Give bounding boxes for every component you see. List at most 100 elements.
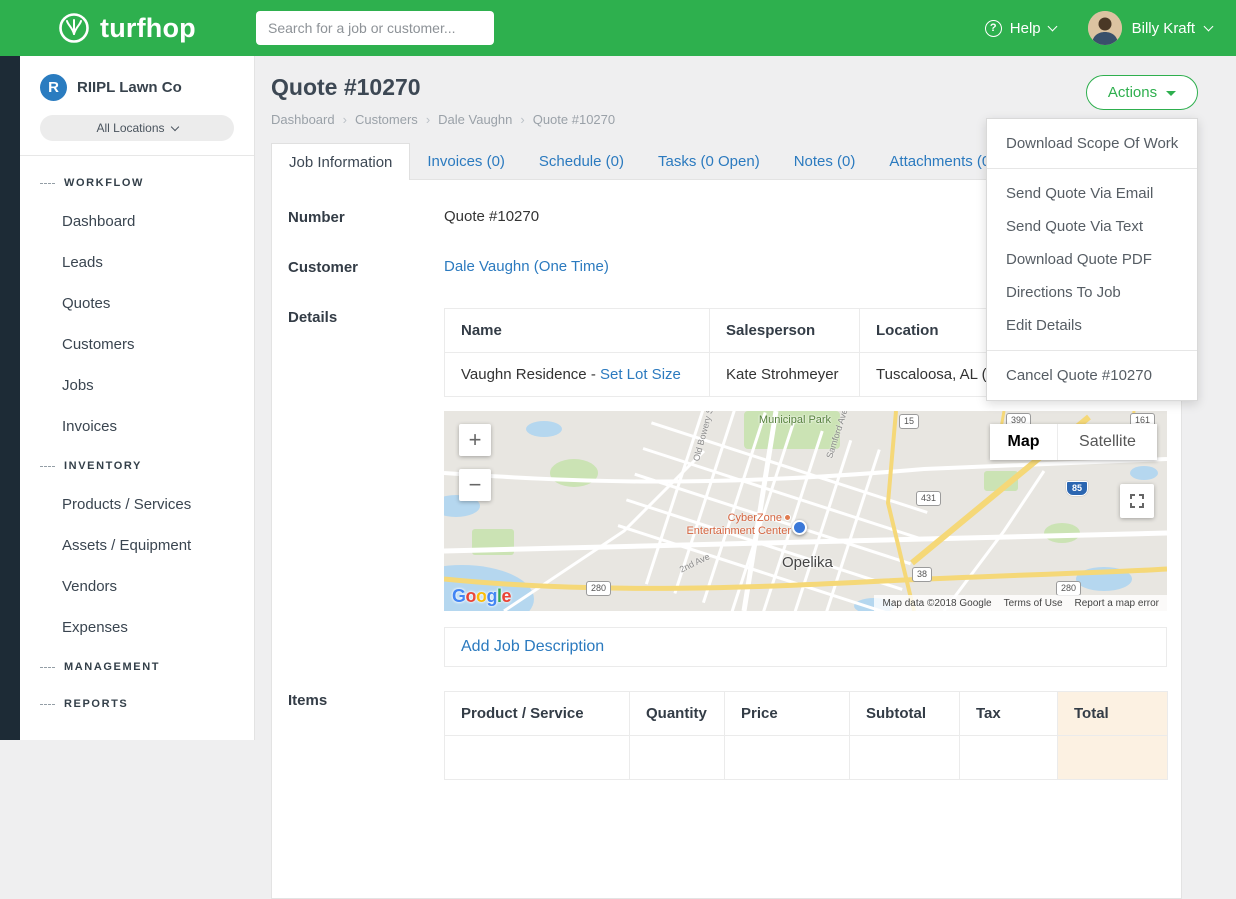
menu-item-download-scope-of-work[interactable]: Download Scope Of Work [987, 127, 1197, 160]
map-data-credit: Map data ©2018 Google [882, 598, 991, 609]
tree-dash-icon [40, 183, 55, 184]
terms-of-use-link[interactable]: Terms of Use [1004, 598, 1063, 609]
customer-label: Customer [288, 258, 444, 276]
main-content: Quote #10270 Dashboard Customers Dale Va… [255, 56, 1236, 740]
tab-job-information[interactable]: Job Information [271, 143, 410, 180]
menu-item-send-quote-email[interactable]: Send Quote Via Email [987, 177, 1197, 210]
tab-invoices[interactable]: Invoices (0) [410, 143, 522, 179]
sidebar-item-vendors[interactable]: Vendors [20, 566, 254, 607]
help-label: Help [1010, 20, 1041, 37]
items-header-row: Product / Service Quantity Price Subtota… [445, 692, 1168, 736]
sidebar-item-leads[interactable]: Leads [20, 242, 254, 283]
menu-item-cancel-quote[interactable]: Cancel Quote #10270 [987, 359, 1197, 392]
salesperson-cell: Kate Strohmeyer [710, 353, 860, 397]
user-name: Billy Kraft [1132, 20, 1195, 37]
zoom-out-button[interactable]: − [459, 469, 491, 501]
topbar: turfhop ? Help Billy Kraft [0, 0, 1236, 56]
sidebar-item-customers[interactable]: Customers [20, 324, 254, 365]
sidebar: R RIIPL Lawn Co All Locations WORKFLOW D… [20, 56, 255, 740]
items-header-tax: Tax [960, 692, 1058, 736]
customer-type-link[interactable]: (One Time) [534, 258, 609, 275]
tree-dash-icon [40, 466, 55, 467]
nav-section-label: REPORTS [64, 698, 128, 710]
items-header-product-service: Product / Service [445, 692, 630, 736]
nav-section-label: MANAGEMENT [64, 661, 160, 673]
items-label: Items [288, 691, 444, 780]
tree-dash-icon [40, 667, 55, 668]
actions-button[interactable]: Actions [1086, 75, 1198, 110]
company-switcher[interactable]: R RIIPL Lawn Co [20, 56, 254, 111]
chevron-down-icon [1204, 22, 1214, 32]
menu-item-directions-to-job[interactable]: Directions To Job [987, 276, 1197, 309]
actions-button-label: Actions [1108, 84, 1157, 101]
tab-tasks[interactable]: Tasks (0 Open) [641, 143, 777, 179]
actions-menu: Download Scope Of Work Send Quote Via Em… [986, 118, 1198, 401]
sidebar-item-invoices[interactable]: Invoices [20, 406, 254, 447]
menu-item-send-quote-text[interactable]: Send Quote Via Text [987, 210, 1197, 243]
job-description-box: Add Job Description [444, 627, 1167, 667]
map-type-satellite-button[interactable]: Satellite [1057, 424, 1157, 460]
zoom-in-button[interactable]: + [459, 424, 491, 456]
turfhop-logo-icon [58, 12, 90, 44]
details-header-name: Name [445, 309, 710, 353]
number-label: Number [288, 208, 444, 226]
route-shield-38: 38 [912, 567, 932, 582]
breadcrumb: Dashboard Customers Dale Vaughn Quote #1… [271, 112, 623, 127]
report-map-error-link[interactable]: Report a map error [1075, 598, 1159, 609]
fullscreen-icon [1129, 493, 1145, 509]
job-location-map[interactable]: Municipal Park CyberZone Entertainment C… [444, 411, 1167, 611]
tab-schedule[interactable]: Schedule (0) [522, 143, 641, 179]
location-filter[interactable]: All Locations [40, 115, 234, 141]
map-attribution: Map data ©2018 Google Terms of Use Repor… [874, 595, 1167, 611]
search-input[interactable] [256, 11, 494, 45]
company-name: RIIPL Lawn Co [77, 79, 182, 96]
map-type-toggle: Map Satellite [990, 424, 1157, 460]
breadcrumb-dashboard[interactable]: Dashboard [271, 112, 347, 127]
sidebar-accent-strip [0, 56, 20, 740]
sidebar-item-assets-equipment[interactable]: Assets / Equipment [20, 525, 254, 566]
sidebar-nav: WORKFLOW Dashboard Leads Quotes Customer… [20, 156, 254, 722]
help-menu[interactable]: ? Help [985, 20, 1056, 37]
add-job-description-link[interactable]: Add Job Description [461, 638, 604, 655]
breadcrumb-customer-name[interactable]: Dale Vaughn [438, 112, 525, 127]
property-name-cell: Vaughn Residence - Set Lot Size [445, 353, 710, 397]
menu-item-edit-details[interactable]: Edit Details [987, 309, 1197, 342]
company-logo-icon: R [40, 74, 67, 101]
route-shield-280: 280 [586, 581, 611, 596]
sidebar-item-products-services[interactable]: Products / Services [20, 484, 254, 525]
items-header-subtotal: Subtotal [850, 692, 960, 736]
set-lot-size-link[interactable]: Set Lot Size [600, 366, 681, 383]
items-header-price: Price [725, 692, 850, 736]
tab-notes[interactable]: Notes (0) [777, 143, 873, 179]
property-name: Vaughn Residence - [461, 366, 596, 383]
items-empty-row [445, 736, 1168, 780]
avatar [1088, 11, 1122, 45]
menu-divider [987, 350, 1197, 351]
sidebar-item-expenses[interactable]: Expenses [20, 607, 254, 648]
nav-section-inventory: INVENTORY [20, 447, 254, 484]
quote-number: Quote #10270 [444, 208, 539, 226]
tab-bar: Job Information Invoices (0) Schedule (0… [271, 143, 1012, 180]
details-header-salesperson: Salesperson [710, 309, 860, 353]
turfhop-logo[interactable]: turfhop [58, 0, 196, 56]
map-type-map-button[interactable]: Map [990, 424, 1057, 460]
breadcrumb-customers[interactable]: Customers [355, 112, 430, 127]
brand-name: turfhop [100, 13, 196, 44]
menu-divider [987, 168, 1197, 169]
breadcrumb-current: Quote #10270 [533, 112, 615, 127]
customer-link[interactable]: Dale Vaughn [444, 258, 530, 275]
route-shield-15: 15 [899, 414, 919, 429]
sidebar-item-dashboard[interactable]: Dashboard [20, 201, 254, 242]
map-marker[interactable] [792, 520, 807, 535]
nav-section-reports: REPORTS [20, 685, 254, 722]
sidebar-item-quotes[interactable]: Quotes [20, 283, 254, 324]
items-header-quantity: Quantity [630, 692, 725, 736]
menu-item-download-quote-pdf[interactable]: Download Quote PDF [987, 243, 1197, 276]
route-shield-431: 431 [916, 491, 941, 506]
sidebar-item-jobs[interactable]: Jobs [20, 365, 254, 406]
tree-dash-icon [40, 704, 55, 705]
fullscreen-button[interactable] [1120, 484, 1154, 518]
user-menu[interactable]: Billy Kraft [1088, 11, 1212, 45]
google-logo: Google [452, 586, 511, 607]
chevron-down-icon [170, 122, 178, 130]
